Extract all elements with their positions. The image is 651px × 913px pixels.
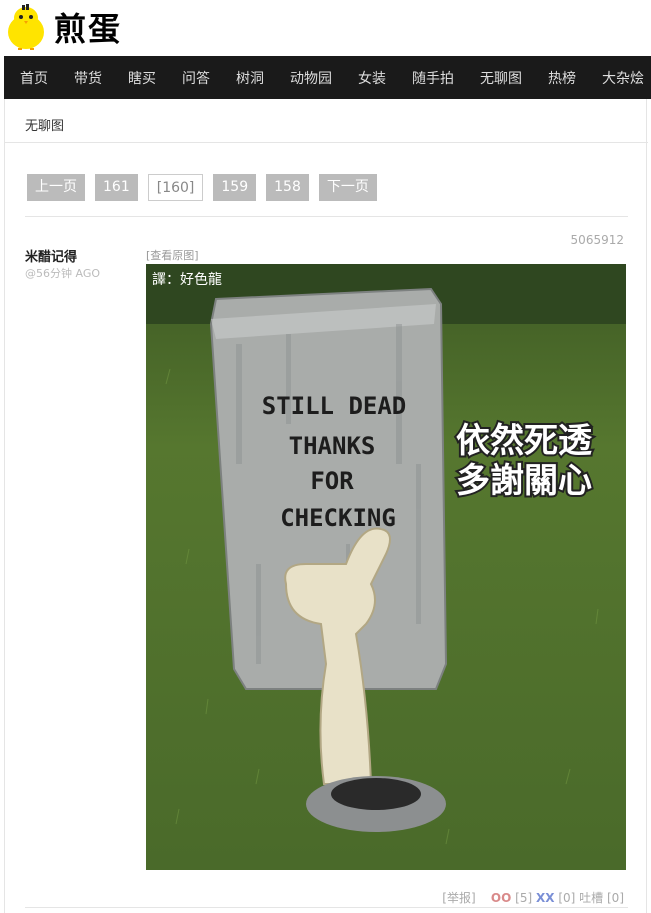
xx-count: [0] xyxy=(558,891,576,905)
nav-item-dazahui[interactable]: 大杂烩 xyxy=(586,68,651,88)
page-link[interactable]: 159 xyxy=(213,174,257,201)
nav-item-suishoupai[interactable]: 随手拍 xyxy=(396,68,464,88)
post-author[interactable]: 米醋记得 xyxy=(25,246,77,265)
nav-item-zoo[interactable]: 动物园 xyxy=(274,68,342,88)
caption-line: 多謝關心 xyxy=(456,461,592,501)
page-link[interactable]: 161 xyxy=(95,174,138,201)
content-panel: 无聊图 上一页 161 [160] 159 158 下一页 5065912 米醋… xyxy=(4,99,648,913)
nav-item-wenda[interactable]: 问答 xyxy=(166,68,220,88)
tucao-button[interactable]: 吐槽 xyxy=(579,891,603,905)
breadcrumb: 无聊图 xyxy=(5,99,648,143)
oo-button[interactable]: OO xyxy=(491,891,511,905)
current-page: [160] xyxy=(147,174,204,201)
main-nav: 首页 带货 瞎买 问答 树洞 动物园 女装 随手拍 无聊图 热榜 大杂烩 xyxy=(4,56,651,99)
post-time: @56分钟 AGO xyxy=(25,267,101,280)
translator-credit: 譯：好色龍 xyxy=(152,271,222,288)
oo-count: [5] xyxy=(515,891,533,905)
logo-text: 煎蛋 xyxy=(54,10,123,48)
divider xyxy=(25,907,628,908)
pagination: 上一页 161 [160] 159 158 下一页 xyxy=(27,174,377,201)
tombstone-line: STILL DEAD xyxy=(262,392,407,420)
xx-button[interactable]: XX xyxy=(536,891,555,905)
caption-line: 依然死透 xyxy=(456,421,593,461)
site-logo[interactable]: 煎蛋 xyxy=(4,4,122,50)
nav-item-shudong[interactable]: 树洞 xyxy=(220,68,274,88)
nav-item-xiamai[interactable]: 瞎买 xyxy=(112,68,166,88)
nav-item-rebang[interactable]: 热榜 xyxy=(532,68,586,88)
chick-logo-icon xyxy=(8,4,44,50)
tombstone-line: FOR xyxy=(310,467,354,495)
nav-item-nvzhuang[interactable]: 女装 xyxy=(342,68,396,88)
post-image[interactable]: STILL DEAD THANKS FOR CHECKING 譯：好色龍 依然死… xyxy=(146,264,626,870)
divider xyxy=(25,216,628,217)
view-original-link[interactable]: [查看原图] xyxy=(146,247,199,263)
report-link[interactable]: [举报] xyxy=(442,891,475,905)
site-header: 煎蛋 xyxy=(0,0,651,56)
tombstone-photo: STILL DEAD THANKS FOR CHECKING 譯：好色龍 依然死… xyxy=(146,264,626,870)
tombstone-line: THANKS xyxy=(289,432,376,460)
nav-item-wuliaotu[interactable]: 无聊图 xyxy=(464,68,532,88)
next-page-button[interactable]: 下一页 xyxy=(318,174,377,201)
nav-item-daihuo[interactable]: 带货 xyxy=(58,68,112,88)
nav-item-home[interactable]: 首页 xyxy=(4,68,58,88)
prev-page-button[interactable]: 上一页 xyxy=(27,174,85,201)
page-link[interactable]: 158 xyxy=(266,174,309,201)
tucao-count: [0] xyxy=(607,891,624,905)
post-id[interactable]: 5065912 xyxy=(571,233,624,247)
post-actions: [举报] OO [5] XX [0] 吐槽 [0] xyxy=(442,889,624,906)
